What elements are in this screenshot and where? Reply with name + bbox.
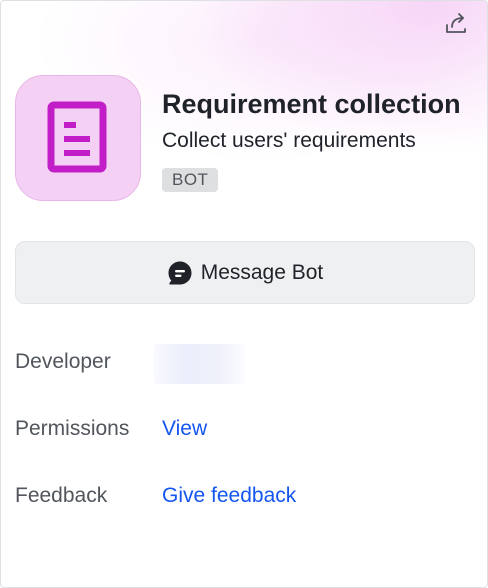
bot-description: Collect users' requirements	[162, 129, 416, 152]
document-icon	[47, 101, 107, 173]
feedback-label: Feedback	[15, 484, 108, 507]
developer-value	[154, 344, 246, 384]
permissions-label: Permissions	[15, 417, 130, 440]
chat-bubble-icon	[167, 260, 193, 286]
bot-profile-card: Requirement collection Collect users' re…	[0, 0, 488, 588]
bot-badge: BOT	[162, 168, 219, 192]
give-feedback-link[interactable]: Give feedback	[162, 484, 296, 508]
bot-avatar	[15, 75, 141, 201]
share-button[interactable]	[441, 9, 471, 39]
bot-title: Requirement collection	[162, 89, 461, 119]
developer-label: Developer	[15, 350, 111, 373]
permissions-view-link[interactable]: View	[162, 417, 207, 441]
share-icon	[446, 13, 466, 33]
message-bot-button[interactable]: Message Bot	[15, 241, 475, 304]
message-bot-label: Message Bot	[200, 260, 324, 284]
